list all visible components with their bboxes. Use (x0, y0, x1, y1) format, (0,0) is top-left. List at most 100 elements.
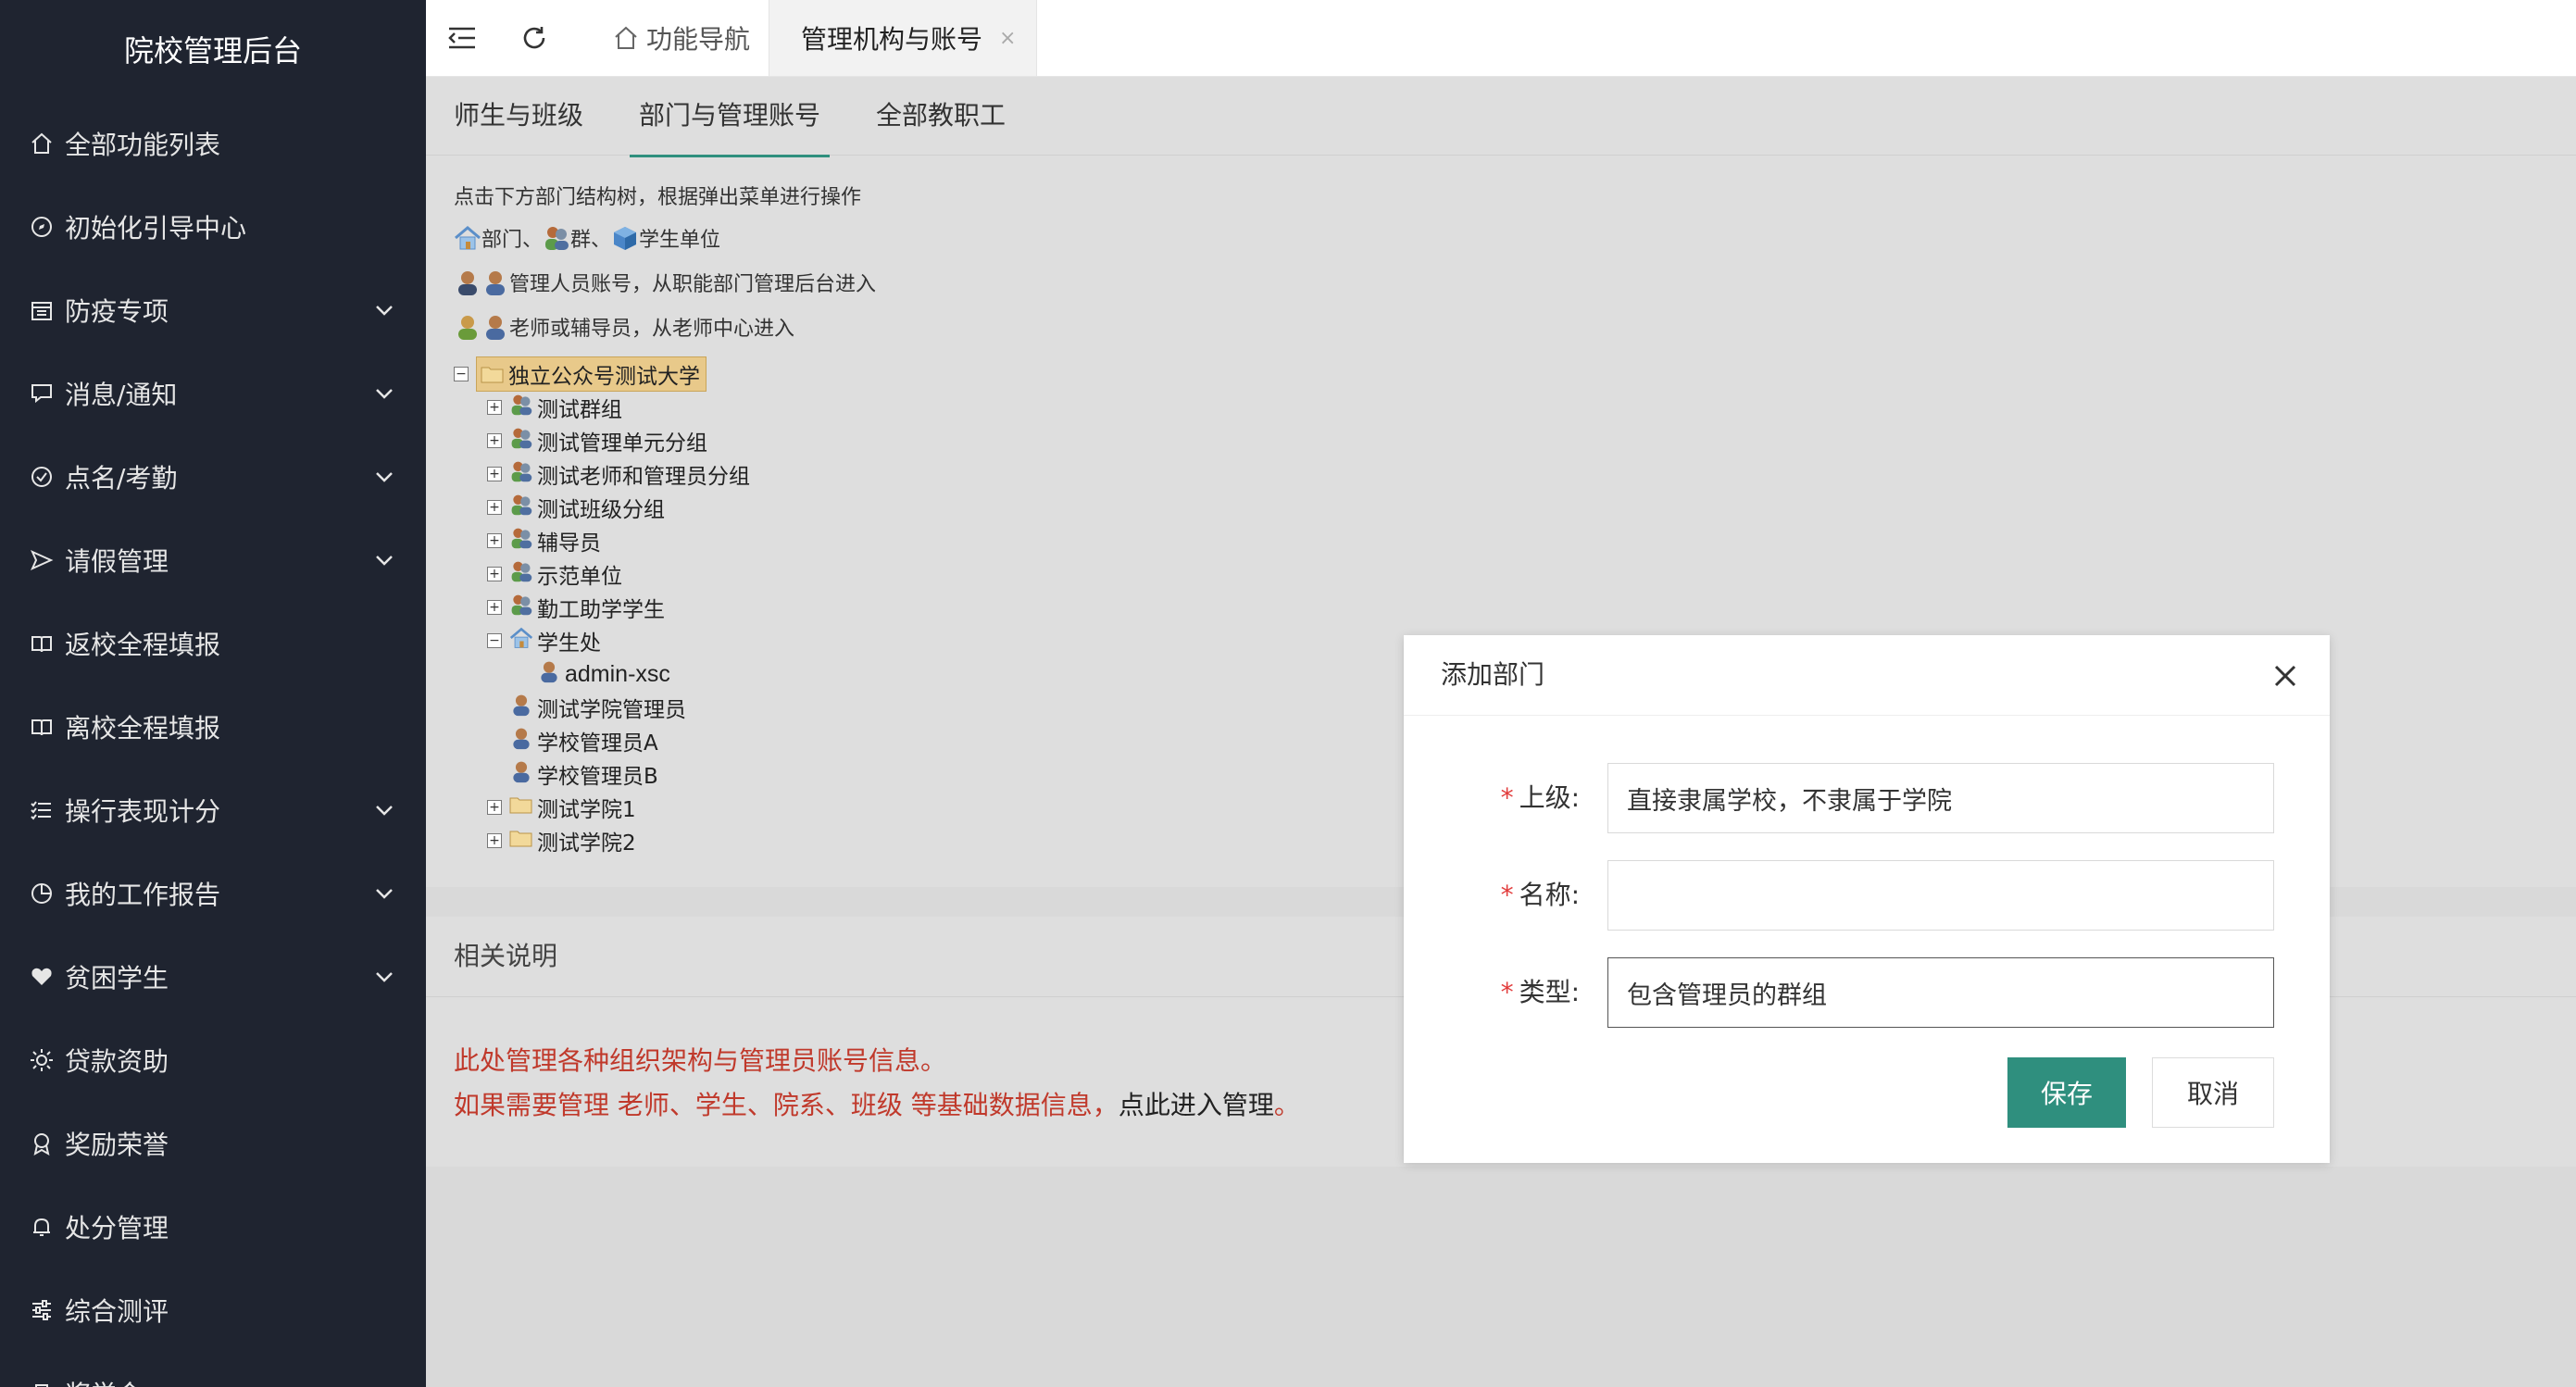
tree-node[interactable]: + 辅导员 (487, 525, 601, 556)
tab-close-icon[interactable]: × (999, 27, 1016, 50)
tree-node[interactable]: + 勤工助学学生 (487, 592, 665, 623)
expand-toggle[interactable]: + (487, 533, 502, 548)
admin-user-icon (509, 726, 533, 756)
group-icon (509, 426, 533, 456)
sidebar-item[interactable]: 返校全程填报 (0, 602, 426, 685)
tree-node[interactable]: admin-xsc (515, 658, 670, 690)
collapse-menu-button[interactable] (426, 0, 498, 76)
admin-user-icon (486, 271, 505, 295)
sidebar-item[interactable]: 综合测评 (0, 1268, 426, 1352)
tree-root-label: 独立公众号测试大学 (508, 365, 700, 389)
sidebar-item-label: 我的工作报告 (65, 880, 221, 910)
tree-node[interactable]: + 测试老师和管理员分组 (487, 458, 750, 490)
expand-toggle[interactable]: + (487, 467, 502, 481)
sidebar-item[interactable]: 贫困学生 (0, 935, 426, 1018)
parent-input[interactable] (1607, 763, 2274, 833)
close-icon[interactable] (2272, 663, 2298, 689)
sidebar-item-label: 操行表现计分 (65, 796, 221, 827)
sidebar-item[interactable]: 我的工作报告 (0, 852, 426, 935)
sidebar-item-label: 离校全程填报 (65, 713, 221, 743)
help-line-3: 管理人员账号，从职能部门管理后台进入 (454, 268, 876, 297)
expand-toggle[interactable]: + (487, 567, 502, 581)
sidebar-item[interactable]: 请假管理 (0, 519, 426, 602)
sidebar-item[interactable]: 贷款资助 (0, 1018, 426, 1102)
sidebar: 院校管理后台 全部功能列表初始化引导中心防疫专项 消息/通知点名/考勤请假管理返校… (0, 0, 426, 1387)
folder-icon (509, 794, 533, 820)
tree-root-label-box[interactable]: 独立公众号测试大学 (476, 356, 707, 392)
tree-node[interactable]: 学校管理员A (487, 725, 658, 756)
tree-node[interactable]: + 测试管理单元分组 (487, 425, 707, 456)
sidebar-item-label: 返校全程填报 (65, 630, 221, 660)
sidebar-item[interactable]: 离校全程填报 (0, 685, 426, 768)
tree-node-label: 测试班级分组 (537, 498, 665, 522)
sidebar-item[interactable]: 全部功能列表 (0, 102, 426, 185)
student-unit-icon (614, 227, 637, 250)
tree-node[interactable]: + 测试班级分组 (487, 492, 665, 523)
app-title: 院校管理后台 (123, 33, 302, 69)
sidebar-item[interactable]: 防疫专项 (0, 269, 426, 352)
notes-line-1: 此处管理各种组织架构与管理员账号信息。 (454, 1045, 947, 1076)
sidebar-item-label: 综合测评 (65, 1296, 169, 1327)
parent-field-row: * 上级: (1404, 763, 2330, 833)
type-select[interactable] (1607, 957, 2274, 1028)
group-icon (509, 493, 533, 522)
collapse-toggle[interactable]: − (487, 633, 502, 648)
sliders-icon (30, 1298, 54, 1322)
expand-toggle[interactable]: + (487, 500, 502, 515)
subtab-all-staff[interactable]: 全部教职工 (876, 77, 1006, 155)
sidebar-item[interactable]: 点名/考勤 (0, 435, 426, 519)
expand-toggle[interactable]: + (487, 400, 502, 415)
tab-org-accounts[interactable]: 管理机构与账号 × (769, 0, 1037, 76)
admin-user-icon (458, 271, 477, 295)
sidebar-item[interactable]: 奖励荣誉 (0, 1102, 426, 1185)
sidebar-item-label: 请假管理 (65, 546, 169, 577)
chevron-down-icon (376, 472, 393, 482)
subtab-depts-accounts[interactable]: 部门与管理账号 (630, 77, 831, 157)
notes-line-2: 如果需要管理 老师、学生、院系、班级 等基础数据信息，点此进入管理。 (454, 1085, 1300, 1122)
tree-node[interactable]: 学校管理员B (487, 758, 658, 790)
tree-node[interactable]: + 测试学院1 (487, 792, 636, 823)
collapse-toggle[interactable]: − (454, 367, 469, 381)
pie-chart-icon (30, 881, 54, 906)
sidebar-item-label: 初始化引导中心 (65, 213, 247, 244)
sidebar-item-label: 点名/考勤 (65, 463, 178, 494)
manage-link[interactable]: 点此进入管理 (1119, 1090, 1274, 1120)
sidebar-item[interactable]: 消息/通知 (0, 352, 426, 435)
tree-node-label: 辅导员 (537, 531, 601, 556)
teacher-user-icon (458, 316, 477, 340)
expand-toggle[interactable]: + (487, 600, 502, 615)
sidebar-item[interactable]: 奖学金 (0, 1352, 426, 1387)
tree-node[interactable]: − 学生处 (487, 625, 601, 656)
tree-node[interactable]: + 测试群组 (487, 392, 622, 423)
required-mark: * (1500, 782, 1514, 813)
sidebar-item[interactable]: 操行表现计分 (0, 768, 426, 852)
sidebar-item-label: 处分管理 (65, 1213, 169, 1243)
group-icon (509, 393, 533, 422)
expand-toggle[interactable]: + (487, 800, 502, 815)
group-icon (509, 526, 533, 556)
group-icon (509, 593, 533, 622)
refresh-button[interactable] (498, 0, 570, 76)
expand-toggle[interactable]: + (487, 433, 502, 448)
help-text: 管理人员账号，从职能部门管理后台进入 (509, 273, 877, 296)
notes-line-2-end: 。 (1273, 1090, 1300, 1120)
tree-node[interactable]: 测试学院管理员 (487, 692, 686, 723)
name-input[interactable] (1607, 860, 2274, 931)
sidebar-item[interactable]: 处分管理 (0, 1185, 426, 1268)
tree-node[interactable]: + 示范单位 (487, 558, 622, 590)
send-icon (30, 548, 54, 572)
chevron-down-icon (376, 556, 393, 566)
expand-toggle[interactable]: + (487, 833, 502, 848)
department-icon (509, 626, 533, 656)
tree-root[interactable]: − 独立公众号测试大学 (454, 356, 707, 392)
tree-node-label: 学校管理员A (537, 731, 658, 756)
sidebar-item[interactable]: 初始化引导中心 (0, 185, 426, 269)
chevron-down-icon (376, 889, 393, 899)
field-label: 上级: (1519, 782, 1580, 813)
cancel-button[interactable]: 取消 (2152, 1057, 2274, 1128)
tree-node[interactable]: + 测试学院2 (487, 825, 636, 856)
subtab-teachers-classes[interactable]: 师生与班级 (454, 77, 583, 155)
admin-user-icon (509, 759, 533, 789)
save-button[interactable]: 保存 (2007, 1057, 2126, 1128)
tab-function-nav[interactable]: 功能导航 (598, 0, 767, 76)
